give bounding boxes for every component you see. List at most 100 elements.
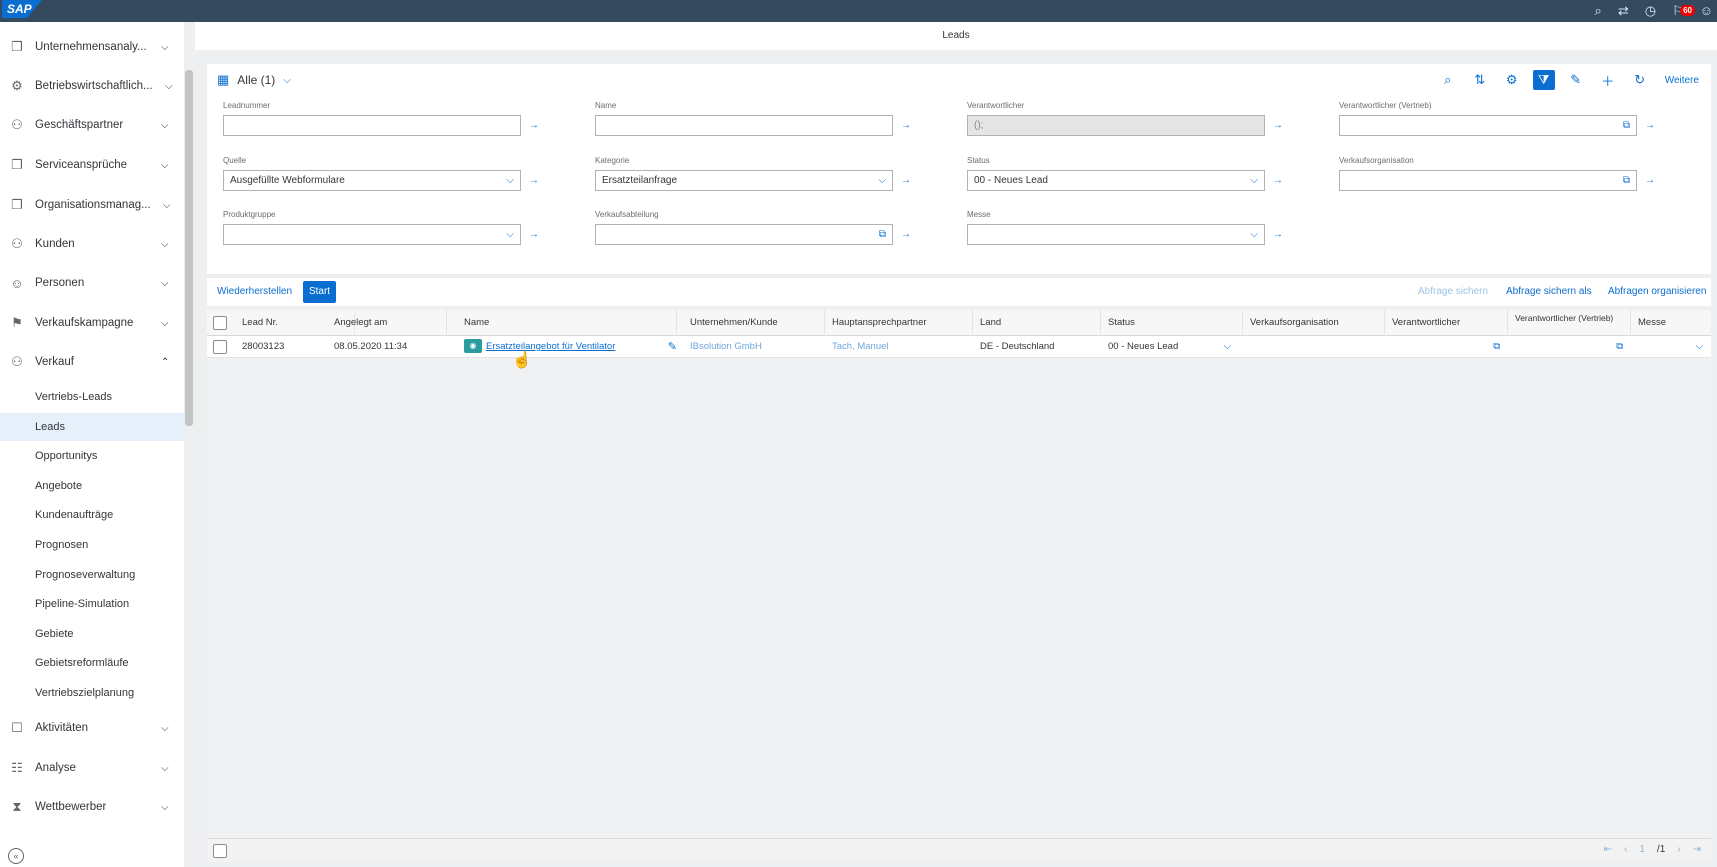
start-button[interactable]: Start: [303, 281, 336, 303]
verkaufsabteilung-input[interactable]: ⧉: [595, 224, 893, 245]
sidebar-item-kunden[interactable]: ⚇ Kunden ⌵: [0, 229, 184, 259]
company-link[interactable]: IBsolution GmbH: [683, 336, 825, 358]
verkaufsorganisation-input[interactable]: ⧉: [1339, 170, 1637, 191]
add-condition-icon[interactable]: →: [1273, 229, 1283, 240]
first-page-icon[interactable]: ⇤: [1604, 844, 1612, 855]
responsible-sales-cell[interactable]: ⧉: [1508, 336, 1631, 358]
sidebar-subitem-leads[interactable]: Leads: [0, 413, 184, 441]
status-cell[interactable]: 00 - Neues Lead ⌵: [1101, 336, 1243, 358]
produktgruppe-select[interactable]: ⌵: [223, 224, 521, 245]
sidebar-item-aktivitaeten[interactable]: ☐ Aktivitäten ⌵: [0, 713, 184, 743]
column-header[interactable]: Verantwortlicher (Vertrieb): [1508, 310, 1631, 336]
value-help-icon[interactable]: ⧉: [1616, 336, 1623, 358]
edit-icon[interactable]: ✎: [1565, 70, 1587, 90]
messe-cell[interactable]: ⌵: [1631, 336, 1711, 358]
sidebar-item-geschaeftspartner[interactable]: ⚇ Geschäftspartner ⌵: [0, 110, 184, 140]
add-condition-icon[interactable]: →: [901, 120, 911, 131]
leadnummer-input[interactable]: [223, 115, 521, 136]
add-condition-icon[interactable]: →: [529, 229, 539, 240]
row-checkbox[interactable]: [213, 340, 227, 354]
search-icon[interactable]: ⌕: [1437, 70, 1459, 90]
add-condition-icon[interactable]: →: [1645, 175, 1655, 186]
search-icon[interactable]: ⌕: [1595, 0, 1602, 22]
sidebar-subitem-kundenauftraege[interactable]: Kundenaufträge: [0, 501, 184, 529]
prev-page-icon[interactable]: ‹: [1624, 844, 1627, 855]
current-page[interactable]: 1: [1639, 844, 1645, 855]
sidebar-subitem-gebietsreformlaeufe[interactable]: Gebietsreformläufe: [0, 649, 184, 677]
sidebar-subitem-opportunitys[interactable]: Opportunitys: [0, 442, 184, 470]
reset-link[interactable]: Wiederherstellen: [217, 286, 292, 297]
kategorie-select[interactable]: Ersatzteilanfrage ⌵: [595, 170, 893, 191]
sap-logo[interactable]: SAP: [2, 0, 42, 18]
add-condition-icon[interactable]: →: [1273, 120, 1283, 131]
column-header[interactable]: Verkaufsorganisation: [1243, 310, 1385, 336]
sidebar-item-analyse[interactable]: ☷ Analyse ⌵: [0, 753, 184, 783]
help-icon[interactable]: ⇄: [1618, 0, 1629, 22]
notification-icon[interactable]: ⚐ 60: [1672, 0, 1695, 22]
value-help-icon[interactable]: ⧉: [1623, 116, 1630, 135]
user-avatar-icon[interactable]: ☺: [1700, 0, 1713, 22]
status-select[interactable]: 00 - Neues Lead ⌵: [967, 170, 1265, 191]
column-header[interactable]: Land: [973, 310, 1101, 336]
value-help-icon[interactable]: ⧉: [1623, 171, 1630, 190]
sidebar-item-verkaufskampagne[interactable]: ⚑ Verkaufskampagne ⌵: [0, 308, 184, 338]
sidebar-subitem-gebiete[interactable]: Gebiete: [0, 620, 184, 648]
sidebar-item-serviceansprueche[interactable]: ❐ Serviceansprüche ⌵: [0, 150, 184, 180]
variant-selector[interactable]: ▦ Alle (1) ⌵: [217, 72, 291, 88]
add-condition-icon[interactable]: →: [901, 175, 911, 186]
sidebar-item-betriebswirtschaft[interactable]: ⚙ Betriebswirtschaftlich... ⌵: [0, 71, 184, 101]
sidebar-item-personen[interactable]: ☺ Personen ⌵: [0, 268, 184, 298]
sidebar-item-verkauf[interactable]: ⚇ Verkauf ⌃: [0, 347, 184, 377]
sidebar-subitem-prognosen[interactable]: Prognosen: [0, 531, 184, 559]
verantwortlicher-input[interactable]: ();: [967, 115, 1265, 136]
verantwortlicher-vertrieb-input[interactable]: ⧉: [1339, 115, 1637, 136]
sidebar-subitem-angebote[interactable]: Angebote: [0, 472, 184, 500]
add-icon[interactable]: ＋: [1597, 70, 1619, 90]
select-all-checkbox[interactable]: [213, 316, 227, 330]
value-help-icon[interactable]: ⧉: [879, 225, 886, 244]
save-query-link[interactable]: Abfrage sichern: [1418, 286, 1488, 297]
quelle-select[interactable]: Ausgefüllte Webformulare ⌵: [223, 170, 521, 191]
sidebar-subitem-pipeline-simulation[interactable]: Pipeline-Simulation: [0, 590, 184, 618]
refresh-icon[interactable]: ↻: [1629, 70, 1651, 90]
settings-icon[interactable]: ⚙: [1501, 70, 1523, 90]
add-condition-icon[interactable]: →: [529, 120, 539, 131]
sidebar-scrollbar[interactable]: [185, 70, 193, 426]
add-condition-icon[interactable]: →: [1645, 120, 1655, 131]
contact-link[interactable]: Tach, Manuel: [825, 336, 973, 358]
organize-queries-link[interactable]: Abfragen organisieren: [1608, 286, 1706, 297]
add-condition-icon[interactable]: →: [901, 229, 911, 240]
sidebar-subitem-prognoseverwaltung[interactable]: Prognoseverwaltung: [0, 561, 184, 589]
sort-icon[interactable]: ⇅: [1469, 70, 1491, 90]
table-row[interactable]: 28003123 08.05.2020 11:34 ◉ Ersatzteilang…: [207, 336, 1711, 358]
column-header[interactable]: Verantwortlicher: [1385, 310, 1508, 336]
column-header[interactable]: Messe: [1631, 310, 1711, 336]
sidebar-item-wettbewerber[interactable]: ⧗ Wettbewerber ⌵: [0, 792, 184, 822]
value-help-icon[interactable]: ⧉: [1493, 336, 1500, 358]
lead-name-link[interactable]: Ersatzteilangebot für Ventilator: [486, 341, 615, 352]
clock-icon[interactable]: ◷: [1645, 0, 1656, 22]
add-condition-icon[interactable]: →: [529, 175, 539, 186]
filter-icon[interactable]: ⧩: [1532, 70, 1555, 90]
collapse-sidebar-icon[interactable]: «: [8, 848, 24, 864]
sidebar-subitem-vertriebs-leads[interactable]: Vertriebs-Leads: [0, 383, 184, 411]
column-header[interactable]: Name: [457, 310, 677, 336]
save-query-as-link[interactable]: Abfrage sichern als: [1506, 286, 1592, 297]
column-header[interactable]: Angelegt am: [327, 310, 447, 336]
column-header[interactable]: Status: [1101, 310, 1243, 336]
edit-icon[interactable]: ✎: [668, 336, 677, 358]
sidebar-item-unternehmensanalyse[interactable]: ❐ Unternehmensanaly... ⌵: [0, 32, 184, 62]
responsible-cell[interactable]: ⧉: [1385, 336, 1508, 358]
sidebar-item-organisationsmanagement[interactable]: ❐ Organisationsmanag... ⌵: [0, 190, 184, 220]
sidebar-subitem-vertriebszielplanung[interactable]: Vertriebszielplanung: [0, 679, 184, 707]
messe-select[interactable]: ⌵: [967, 224, 1265, 245]
quelle-label: Quelle: [223, 156, 247, 165]
column-header[interactable]: Unternehmen/Kunde: [683, 310, 825, 336]
column-header[interactable]: Hauptansprechpartner: [825, 310, 973, 336]
next-page-icon[interactable]: ›: [1677, 844, 1680, 855]
last-page-icon[interactable]: ⇥: [1693, 844, 1701, 855]
name-input[interactable]: [595, 115, 893, 136]
more-link[interactable]: Weitere: [1665, 75, 1699, 86]
add-condition-icon[interactable]: →: [1273, 175, 1283, 186]
footer-checkbox[interactable]: [213, 844, 227, 858]
